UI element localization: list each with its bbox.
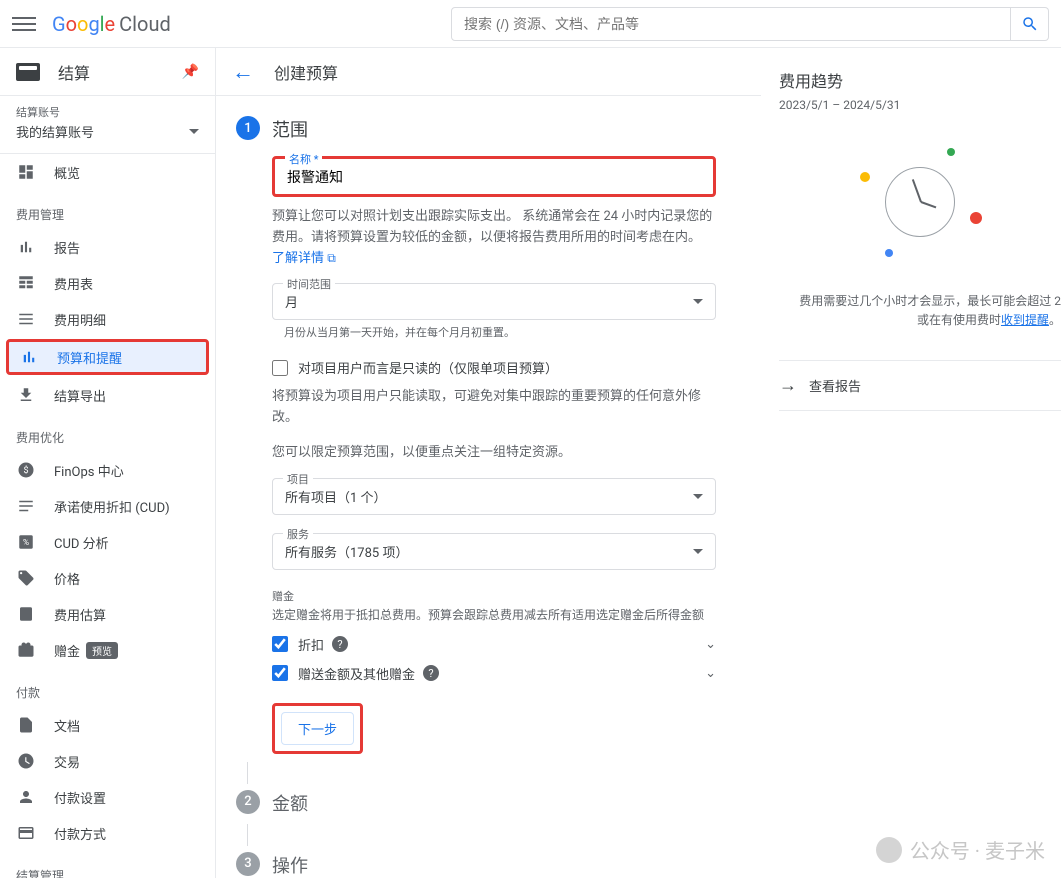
back-arrow-icon[interactable]: ← bbox=[232, 59, 254, 85]
panel-title: 费用趋势 bbox=[779, 68, 1061, 92]
sidebar-item-payment-method[interactable]: 付款方式 bbox=[0, 815, 215, 851]
billing-icon bbox=[16, 63, 40, 81]
svg-text:$: $ bbox=[23, 465, 28, 476]
scope-desc: 您可以限定预算范围，以便重点关注一组特定资源。 bbox=[272, 443, 716, 464]
percent-icon: % bbox=[16, 532, 36, 552]
section-cost-opt: 费用优化 bbox=[0, 413, 215, 452]
discount-checkbox[interactable] bbox=[272, 636, 288, 652]
sidebar-item-cost-detail[interactable]: 费用明细 bbox=[0, 301, 215, 337]
step-1-title: 范围 bbox=[272, 116, 716, 142]
panel-dates: 2023/5/1 – 2024/5/31 bbox=[779, 98, 1061, 112]
sidebar-item-cost-estimate[interactable]: 费用估算 bbox=[0, 596, 215, 632]
readonly-label: 对项目用户而言是只读的（仅限单项目预算） bbox=[298, 358, 558, 377]
help-icon[interactable]: ? bbox=[423, 665, 439, 681]
logo[interactable]: GoogleCloud bbox=[52, 12, 171, 36]
budget-description: 预算让您可以对照计划支出跟踪实际支出。 系统通常会在 24 小时内记录您的费用。… bbox=[272, 207, 716, 269]
chevron-down-icon[interactable]: ⌄ bbox=[705, 637, 716, 652]
panel-note: 费用需要过几个小时才会显示，最长可能会超过 2 或在有使用费时收到提醒。 bbox=[779, 292, 1061, 330]
sidebar-item-billing-export[interactable]: 结算导出 bbox=[0, 377, 215, 413]
dashboard-icon bbox=[16, 162, 36, 182]
pin-icon[interactable]: 📌 bbox=[182, 64, 199, 80]
tag-icon bbox=[16, 568, 36, 588]
preview-badge: 预览 bbox=[86, 642, 118, 659]
sidebar-item-finops[interactable]: $FinOps 中心 bbox=[0, 452, 215, 488]
clock-graphic bbox=[860, 142, 980, 262]
gift-checkbox[interactable] bbox=[272, 665, 288, 681]
credits-label: 赠金 bbox=[272, 588, 716, 604]
step-3-title[interactable]: 操作 bbox=[272, 852, 716, 878]
name-input-highlight: 名称 * bbox=[272, 156, 716, 197]
sidebar-item-budget-alerts[interactable]: 预算和提醒 bbox=[6, 339, 209, 375]
view-report-link[interactable]: → 查看报告 bbox=[779, 360, 1061, 411]
name-label: 名称 * bbox=[285, 151, 322, 167]
section-billing-mgmt: 结算管理 bbox=[0, 851, 215, 878]
card-icon bbox=[16, 823, 36, 843]
doc-icon bbox=[16, 715, 36, 735]
sidebar-item-cud-analysis[interactable]: %CUD 分析 bbox=[0, 524, 215, 560]
sidebar-item-payment-settings[interactable]: 付款设置 bbox=[0, 779, 215, 815]
next-button[interactable]: 下一步 bbox=[281, 712, 354, 745]
step-1-badge: 1 bbox=[236, 116, 260, 140]
sidebar-item-cud[interactable]: 承诺使用折扣 (CUD) bbox=[0, 488, 215, 524]
sidebar: 结算 📌 结算账号 我的结算账号 概览 费用管理 报告 费用表 费用明细 预算和… bbox=[0, 48, 216, 878]
chevron-down-icon[interactable]: ⌄ bbox=[705, 666, 716, 681]
service-select[interactable]: 服务 所有服务（1785 项） bbox=[272, 533, 716, 570]
svg-text:%: % bbox=[23, 538, 29, 548]
name-input[interactable] bbox=[287, 169, 701, 185]
dollar-icon: $ bbox=[16, 460, 36, 480]
sidebar-title: 结算 bbox=[58, 60, 182, 84]
table-icon bbox=[16, 273, 36, 293]
page-title: 创建预算 bbox=[274, 60, 338, 84]
account-select[interactable]: 我的结算账号 bbox=[16, 122, 199, 141]
discount-label: 折扣 bbox=[298, 635, 324, 654]
alert-link[interactable]: 收到提醒 bbox=[1001, 313, 1049, 327]
time-range-select[interactable]: 时间范围 月 bbox=[272, 283, 716, 320]
readonly-desc: 将预算设为项目用户只能读取，可避免对集中跟踪的重要预算的任何意外修改。 bbox=[272, 387, 716, 429]
project-select[interactable]: 项目 所有项目（1 个） bbox=[272, 478, 716, 515]
section-payment: 付款 bbox=[0, 668, 215, 707]
external-icon: ⧉ bbox=[327, 251, 336, 265]
search-button[interactable] bbox=[1011, 7, 1049, 41]
list-icon bbox=[16, 309, 36, 329]
search-input[interactable] bbox=[464, 16, 998, 32]
help-icon[interactable]: ? bbox=[332, 636, 348, 652]
sidebar-item-overview[interactable]: 概览 bbox=[0, 154, 215, 190]
sidebar-item-credits[interactable]: 赠金预览 bbox=[0, 632, 215, 668]
calc-icon bbox=[16, 604, 36, 624]
gift-icon bbox=[16, 640, 36, 660]
chart-icon bbox=[16, 237, 36, 257]
section-cost-mgmt: 费用管理 bbox=[0, 190, 215, 229]
step-2-title[interactable]: 金额 bbox=[272, 790, 716, 816]
time-range-helper: 月份从当月第一天开始，并在每个月月初重置。 bbox=[284, 324, 716, 340]
step-2-badge: 2 bbox=[236, 790, 260, 814]
next-button-highlight: 下一步 bbox=[272, 703, 363, 754]
discount-icon bbox=[16, 496, 36, 516]
sidebar-item-pricing[interactable]: 价格 bbox=[0, 560, 215, 596]
gift-label: 赠送金额及其他赠金 bbox=[298, 664, 415, 683]
sidebar-item-cost-table[interactable]: 费用表 bbox=[0, 265, 215, 301]
menu-icon[interactable] bbox=[12, 12, 36, 36]
credits-desc: 选定赠金将用于抵扣总费用。预算会跟踪总费用减去所有适用选定赠金后所得金额 bbox=[272, 606, 716, 623]
learn-more-link[interactable]: 了解详情 bbox=[272, 251, 324, 266]
readonly-checkbox[interactable] bbox=[272, 360, 288, 376]
clock-icon bbox=[16, 751, 36, 771]
sidebar-item-reports[interactable]: 报告 bbox=[0, 229, 215, 265]
sidebar-item-transactions[interactable]: 交易 bbox=[0, 743, 215, 779]
sidebar-item-docs[interactable]: 文档 bbox=[0, 707, 215, 743]
budget-icon bbox=[19, 347, 39, 367]
arrow-right-icon: → bbox=[779, 375, 797, 396]
export-icon bbox=[16, 385, 36, 405]
person-icon bbox=[16, 787, 36, 807]
account-label: 结算账号 bbox=[16, 104, 199, 120]
search-box[interactable] bbox=[451, 7, 1011, 41]
step-3-badge: 3 bbox=[236, 852, 260, 876]
